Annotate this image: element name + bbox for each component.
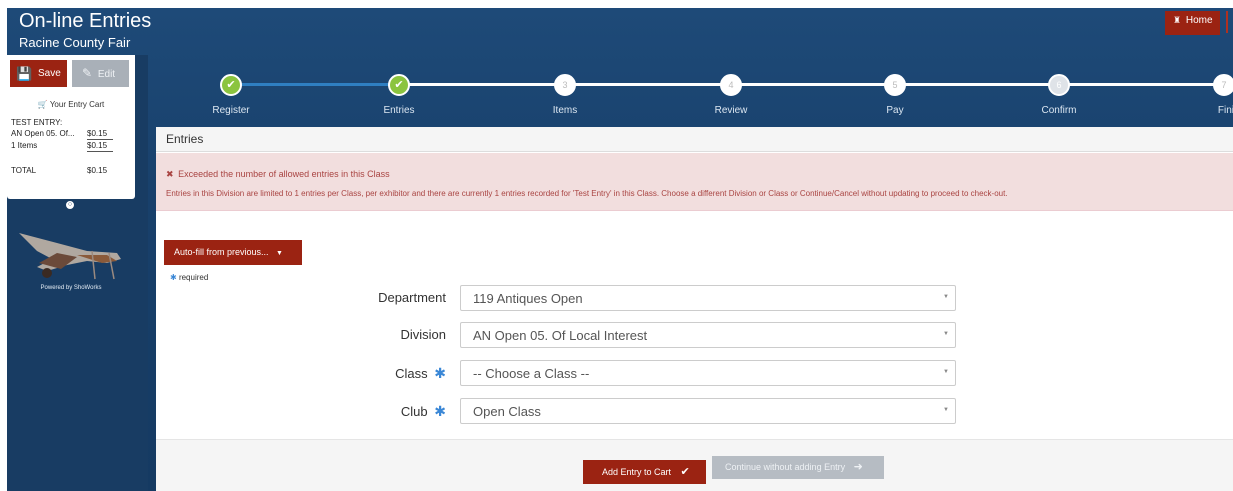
alert-message: Entries in this Division are limited to … — [166, 189, 1008, 198]
left-sidebar: 💾 Save ✎ Edit 🛒 Your Entry Cart TEST ENT… — [7, 55, 148, 491]
home-label: Home — [1185, 15, 1213, 26]
select-arrow-icon: ▼ — [943, 369, 949, 375]
continue-label: Continue without adding Entry — [725, 462, 846, 472]
powered-by-text: Powered by ShoWorks — [40, 285, 102, 291]
cart-item-name[interactable]: AN Open 05. Of... — [11, 129, 75, 138]
edit-label: Edit — [97, 69, 116, 80]
required-legend: ✱ required — [170, 273, 208, 282]
cart-divider — [87, 151, 113, 152]
step-items-number: 3 — [554, 74, 576, 96]
class-label: Class ✱ — [286, 365, 446, 382]
department-label: Department — [286, 290, 446, 305]
edit-button[interactable]: ✎ Edit — [72, 60, 129, 87]
step-register-label[interactable]: Register — [181, 105, 281, 116]
cart-title-label: Your Entry Cart — [49, 100, 105, 109]
add-entry-to-cart-button[interactable]: Add Entry to Cart ✔ — [583, 460, 706, 484]
save-button[interactable]: 💾 Save — [10, 60, 67, 87]
cart-items-count: 1 Items — [11, 141, 38, 150]
cart-title: 🛒 Your Entry Cart — [7, 100, 135, 109]
step-items-label: Items — [552, 105, 578, 116]
shopping-cart-icon: 🛒 — [37, 100, 48, 109]
select-arrow-icon: ▼ — [943, 331, 949, 337]
step-review-number: 4 — [720, 74, 742, 96]
step-register-check-icon[interactable]: ✔ — [220, 74, 242, 96]
cart-total-label: TOTAL — [11, 166, 37, 175]
pencil-icon: ✎ — [82, 66, 93, 80]
arrow-right-icon: ➜ — [853, 461, 863, 473]
app-title: On-line Entries — [19, 10, 152, 32]
select-arrow-icon: ▼ — [943, 294, 949, 300]
required-legend-text: required — [178, 273, 209, 282]
caret-down-icon: ▼ — [276, 250, 283, 257]
department-label-text: Department — [378, 290, 446, 305]
page-background: On-line Entries Racine County Fair ♜ Hom… — [7, 8, 1233, 491]
division-select[interactable]: AN Open 05. Of Local Interest ▼ — [460, 322, 956, 348]
step-pay-label: Pay — [886, 105, 904, 116]
select-arrow-icon: ▼ — [943, 407, 949, 413]
cart-item-price: $0.15 — [87, 129, 108, 138]
club-label: Club ✱ — [286, 403, 446, 420]
autofill-label: Auto-fill from previous... — [174, 247, 269, 257]
antique-plow-logo — [19, 233, 121, 280]
step-entries-label[interactable]: Entries — [349, 105, 449, 116]
step-review-label: Review — [714, 105, 748, 116]
fair-name: Racine County Fair — [19, 35, 131, 50]
alert-title-text: Exceeded the number of allowed entries i… — [178, 169, 390, 179]
step-entries-check-icon[interactable]: ✔ — [388, 74, 410, 96]
cart-entry-header: TEST ENTRY: — [11, 118, 63, 127]
form-actions-bar: Add Entry to Cart ✔ Continue without add… — [156, 439, 1233, 491]
cart-items-amount: $0.15 — [87, 141, 108, 150]
division-value: AN Open 05. Of Local Interest — [473, 328, 648, 343]
save-label: Save — [37, 68, 61, 79]
step-pay-number: 5 — [884, 74, 906, 96]
club-label-text: Club — [400, 404, 428, 419]
cart-divider — [87, 139, 113, 140]
class-label-text: Class — [395, 366, 428, 381]
required-asterisk-icon: ✱ — [434, 403, 446, 419]
class-select[interactable]: -- Choose a Class -- ▼ — [460, 360, 956, 386]
checkmark-icon: ✔ — [680, 466, 690, 478]
step-confirm-number: 6 — [1048, 74, 1070, 96]
club-value: Open Class — [473, 404, 541, 419]
department-value: 119 Antiques Open — [473, 291, 583, 306]
entries-panel: Entries ✖ Exceeded the number of allowed… — [156, 127, 1233, 491]
floppy-disk-icon: 💾 — [16, 66, 33, 81]
alert-title: ✖ Exceeded the number of allowed entries… — [166, 169, 390, 180]
step-finish-label: Finis — [1217, 105, 1233, 116]
home-icon: ♜ — [1173, 15, 1182, 25]
department-select[interactable]: 119 Antiques Open ▼ — [460, 285, 956, 311]
cart-total-amount: $0.15 — [87, 166, 108, 175]
cart-panel: 💾 Save ✎ Edit 🛒 Your Entry Cart TEST ENT… — [7, 55, 135, 199]
asterisk-icon: ✱ — [170, 273, 177, 282]
continue-without-adding-button[interactable]: Continue without adding Entry ➜ — [712, 456, 884, 479]
close-x-icon: ✖ — [166, 169, 174, 179]
class-value: -- Choose a Class -- — [473, 366, 590, 381]
club-select[interactable]: Open Class ▼ — [460, 398, 956, 424]
division-label-text: Division — [400, 327, 446, 342]
required-asterisk-icon: ✱ — [434, 365, 446, 381]
collapse-toggle-icon[interactable]: ○ — [64, 199, 76, 211]
division-label: Division — [286, 327, 446, 342]
step-confirm-label: Confirm — [1041, 105, 1077, 116]
autofill-dropdown-button[interactable]: Auto-fill from previous... ▼ — [164, 240, 302, 265]
wizard-track-progress — [231, 83, 407, 86]
error-alert: ✖ Exceeded the number of allowed entries… — [156, 153, 1233, 211]
step-finish-number: 7 — [1213, 74, 1233, 96]
add-entry-label: Add Entry to Cart — [602, 467, 672, 477]
home-button[interactable]: ♜ Home — [1165, 11, 1220, 35]
header-divider — [1226, 11, 1228, 33]
panel-heading: Entries — [156, 127, 1233, 152]
